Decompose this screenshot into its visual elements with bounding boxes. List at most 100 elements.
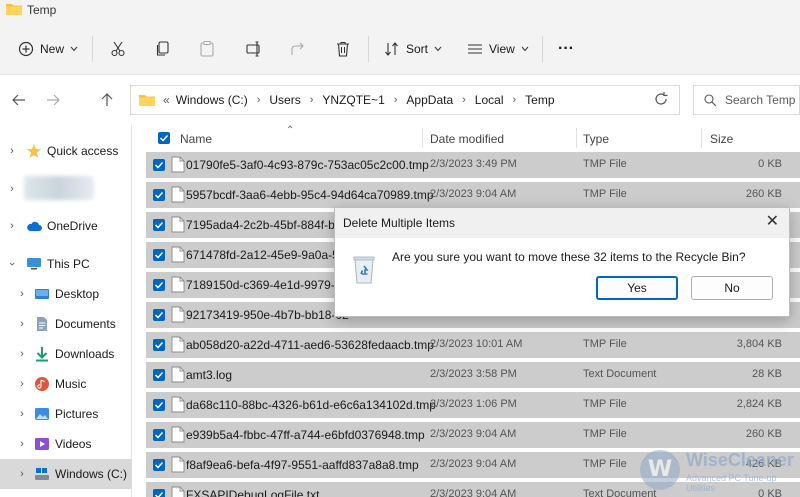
file-icon (171, 156, 185, 173)
nav-quick-access[interactable]: › Quick access (0, 136, 132, 166)
nav-this-pc[interactable]: › This PC (0, 249, 132, 279)
chevron-right-icon[interactable]: › (17, 318, 27, 330)
paste-button[interactable] (200, 22, 214, 75)
table-row[interactable]: da68c110-88bc-4326-b61d-e6c6a134102d.tmp… (146, 392, 800, 418)
cut-button[interactable] (110, 22, 126, 75)
row-checkbox[interactable] (153, 369, 165, 381)
table-row[interactable]: 5957bcdf-3aa6-4ebb-95c4-94d64ca70989.tmp… (146, 182, 800, 208)
folder-icon (139, 95, 155, 106)
more-options-button[interactable]: ··· (558, 22, 574, 75)
nav-downloads-label: Downloads (55, 347, 115, 361)
rename-button[interactable] (246, 22, 262, 75)
file-icon (171, 276, 185, 293)
desktop-icon (35, 289, 49, 299)
forward-arrow-icon[interactable] (44, 91, 62, 109)
nav-pictures[interactable]: › Pictures (0, 399, 132, 429)
address-row: « Windows (C:) › Users › YNZQTE~1 › AppD… (0, 75, 800, 125)
delete-button[interactable] (336, 22, 350, 75)
column-divider[interactable] (576, 128, 577, 148)
breadcrumb-overflow[interactable]: « (163, 93, 170, 107)
view-button[interactable]: View (467, 22, 529, 75)
row-checkbox[interactable] (153, 309, 165, 321)
share-icon (291, 42, 304, 55)
address-bar[interactable]: « Windows (C:) › Users › YNZQTE~1 › AppD… (130, 85, 680, 115)
back-arrow-icon[interactable] (10, 91, 28, 109)
column-size[interactable]: Size (710, 132, 733, 146)
refresh-icon[interactable] (653, 91, 669, 107)
table-row[interactable]: ab058d20-a22d-4711-aed6-53628fedaacb.tmp… (146, 332, 800, 358)
check-icon (154, 461, 164, 469)
row-checkbox[interactable] (153, 489, 165, 497)
dialog-message: Are you sure you want to move these 32 i… (392, 250, 746, 264)
chevron-right-icon[interactable]: › (7, 220, 17, 232)
sort-button[interactable]: Sort (384, 22, 442, 75)
nav-documents[interactable]: › Documents (0, 309, 132, 339)
nav-windows-c[interactable]: › Windows (C:) (0, 459, 132, 489)
search-input[interactable]: Search Temp (693, 85, 800, 115)
nav-music[interactable]: › Music (0, 369, 132, 399)
nav-videos[interactable]: › Videos (0, 429, 132, 459)
row-checkbox[interactable] (153, 189, 165, 201)
chevron-right-icon[interactable]: › (17, 288, 27, 300)
share-button[interactable] (290, 22, 306, 75)
chevron-right-icon[interactable]: › (17, 408, 27, 420)
column-name[interactable]: Name (180, 132, 212, 146)
star-icon (27, 144, 41, 158)
breadcrumb-users[interactable]: Users (269, 93, 300, 107)
file-name: da68c110-88bc-4326-b61d-e6c6a134102d.tmp (186, 398, 436, 412)
no-button[interactable]: No (691, 276, 773, 300)
search-placeholder: Search Temp (725, 93, 796, 107)
breadcrumb-windows-c[interactable]: Windows (C:) (176, 93, 248, 107)
chevron-right-icon[interactable]: › (7, 145, 17, 157)
watermark-tagline: Advanced PC Tune-up Utilities (686, 473, 777, 493)
trash-icon (337, 41, 349, 57)
pictures-icon (35, 408, 49, 420)
file-type: TMP File (583, 158, 627, 170)
check-icon (154, 401, 164, 409)
chevron-right-icon[interactable]: › (17, 438, 27, 450)
row-checkbox[interactable] (153, 429, 165, 441)
close-icon[interactable]: ✕ (766, 211, 779, 231)
breadcrumb-local[interactable]: Local (475, 93, 504, 107)
yes-button[interactable]: Yes (596, 276, 678, 300)
chevron-right-icon[interactable]: › (17, 378, 27, 390)
file-type: TMP File (583, 458, 627, 470)
column-divider[interactable] (701, 128, 702, 148)
up-arrow-icon[interactable] (98, 91, 116, 109)
row-checkbox[interactable] (153, 159, 165, 171)
breadcrumb-appdata[interactable]: AppData (406, 93, 453, 107)
row-checkbox[interactable] (153, 459, 165, 471)
copy-button[interactable] (156, 22, 170, 75)
file-date: 2/3/2023 9:04 AM (430, 458, 517, 470)
chevron-down-icon[interactable]: › (6, 259, 18, 269)
row-checkbox[interactable] (153, 399, 165, 411)
column-date[interactable]: Date modified (430, 132, 504, 146)
scissors-icon (111, 41, 125, 56)
column-type[interactable]: Type (583, 132, 609, 146)
chevron-right-icon[interactable]: › (17, 468, 27, 480)
navigation-pane: › Quick access › › OneDrive › This PC › … (0, 125, 132, 497)
table-row[interactable]: amt3.log 2/3/2023 3:58 PM Text Document 28 … (146, 362, 800, 388)
table-row[interactable]: 01790fe5-3af0-4c93-879c-753ac05c2c00.tmp… (146, 152, 800, 178)
file-size: 260 KB (745, 428, 782, 440)
row-checkbox[interactable] (153, 219, 165, 231)
chevron-right-icon[interactable]: › (7, 183, 17, 195)
breadcrumb-temp[interactable]: Temp (525, 93, 554, 107)
select-all-checkbox[interactable] (158, 132, 170, 144)
chevron-right-icon[interactable]: › (17, 348, 27, 360)
row-checkbox[interactable] (153, 339, 165, 351)
row-checkbox[interactable] (153, 279, 165, 291)
row-checkbox[interactable] (153, 249, 165, 261)
nav-downloads[interactable]: › Downloads (0, 339, 132, 369)
new-button[interactable]: New (18, 22, 78, 75)
column-divider[interactable] (422, 128, 423, 148)
file-name: 92173419-950e-4b7b-bb18-02 (186, 308, 349, 322)
file-type: TMP File (583, 338, 627, 350)
file-name: 7189150d-c369-4e1d-9979-c68 (186, 278, 355, 292)
breadcrumb-user[interactable]: YNZQTE~1 (322, 93, 384, 107)
command-bar: New Sort View ··· (0, 22, 800, 75)
file-name: 01790fe5-3af0-4c93-879c-753ac05c2c00.tmp (186, 158, 429, 172)
nav-desktop[interactable]: › Desktop (0, 279, 132, 309)
nav-onedrive[interactable]: › OneDrive (0, 211, 132, 241)
file-type: Text Document (583, 368, 657, 380)
